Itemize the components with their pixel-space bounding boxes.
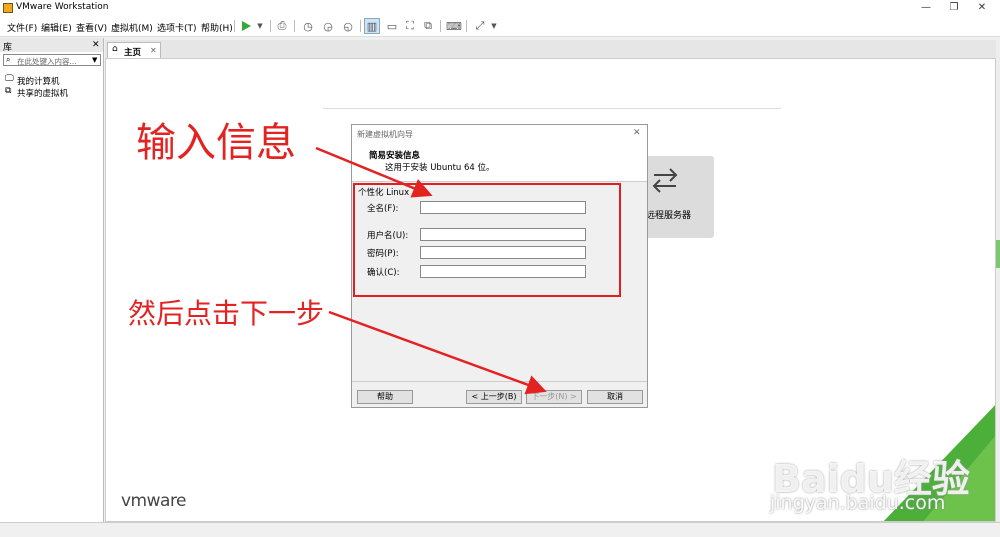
baidu-watermark-url: jingyan.baidu.com (770, 492, 946, 514)
scrollbar-thumb[interactable] (996, 240, 1000, 268)
right-scrollbar[interactable] (996, 40, 1000, 522)
status-bar (0, 522, 1000, 537)
